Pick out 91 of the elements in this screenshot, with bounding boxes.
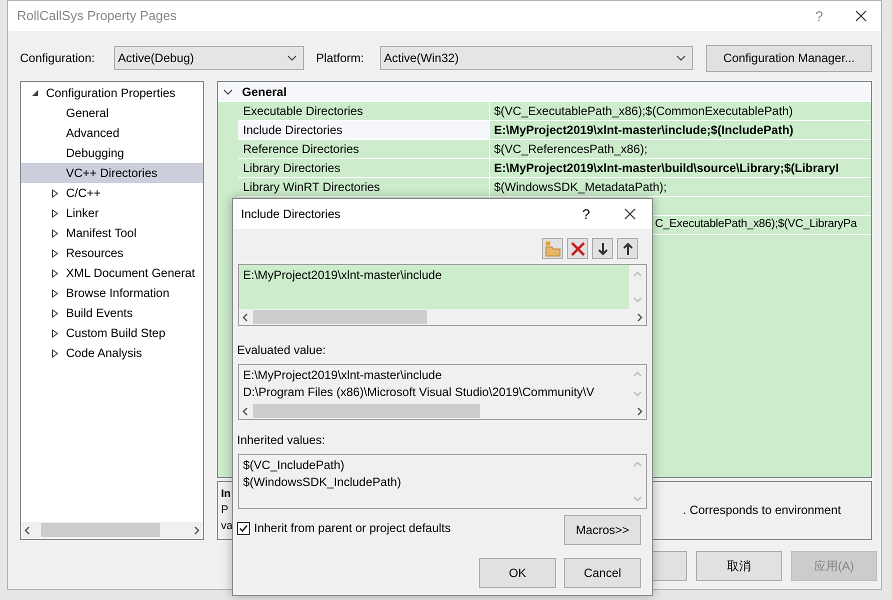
window-title: RollCallSys Property Pages [17, 7, 177, 26]
scroll-left-icon [24, 526, 30, 534]
dropdown-value: Active(Win32) [384, 50, 459, 67]
scroll-right-icon [637, 312, 643, 322]
scroll-right-icon [637, 406, 643, 416]
list-entry: D:\Program Files (x86)\Microsoft Visual Studio\2019\Community\V [243, 384, 596, 401]
collapsed-triangle-icon [51, 268, 59, 278]
new-folder-icon [544, 240, 562, 258]
evaluated-label: Evaluated value: [237, 342, 327, 359]
platform-label: Platform: [316, 50, 366, 67]
scroll-right-icon [194, 526, 200, 534]
collapsed-triangle-icon [51, 248, 59, 258]
move-down-button[interactable] [592, 238, 613, 259]
configuration-manager-button[interactable]: Configuration Manager... [706, 44, 872, 72]
help-button[interactable]: ? [815, 6, 823, 26]
new-folder-button[interactable] [542, 238, 563, 259]
list-entry: E:\MyProject2019\xlnt-master\include [243, 267, 443, 284]
dropdown[interactable]: Active(Debug) [114, 46, 304, 70]
tree-item[interactable]: XML Document Generat [21, 263, 203, 283]
inherited-label: Inherited values: [237, 432, 326, 449]
horizontal-scrollbar[interactable] [21, 522, 203, 538]
tree-item[interactable]: Configuration Properties [21, 83, 203, 103]
delete-icon [568, 240, 586, 258]
description-text: . Corresponds to environment [682, 502, 841, 518]
checkmark-icon [239, 524, 248, 532]
property-row[interactable]: Executable Directories $(VC_ExecutablePath_x86);$(CommonExecutablePath) [238, 102, 871, 121]
configuration-label: Configuration: [20, 50, 96, 67]
close-icon [624, 208, 636, 220]
tree-item[interactable]: Build Events [21, 303, 203, 323]
move-up-button[interactable] [617, 238, 638, 259]
list-entry: E:\MyProject2019\xlnt-master\include [243, 367, 443, 384]
chevron-down-icon [223, 88, 233, 94]
description-text: va [221, 519, 233, 534]
list-box[interactable]: E:\MyProject2019\xlnt-master\include [238, 264, 647, 326]
tree-item[interactable]: General [21, 103, 203, 123]
category-header[interactable]: General [218, 82, 871, 102]
scroll-down-icon [633, 391, 642, 397]
property-row[interactable]: Library Directories E:\MyProject2019\xlnt-master\build\source\Library;$(LibraryI [238, 159, 871, 178]
scrollbar-thumb[interactable] [41, 523, 160, 537]
checkbox[interactable] [237, 522, 250, 534]
collapsed-triangle-icon [51, 288, 59, 298]
chevron-down-icon [676, 55, 686, 61]
tree-item[interactable]: Resources [21, 243, 203, 263]
list-entry: $(WindowsSDK_IncludePath) [243, 474, 402, 491]
scroll-up-icon [633, 271, 642, 277]
list-entry: $(VC_IncludePath) [243, 457, 346, 474]
dialog-button[interactable]: 取消 [696, 551, 782, 581]
tree-item[interactable]: Manifest Tool [21, 223, 203, 243]
collapsed-triangle-icon [51, 328, 59, 338]
tree-item[interactable]: Code Analysis [21, 343, 203, 363]
inherit-checkbox[interactable]: Inherit from parent or project defaults [237, 519, 451, 537]
tree-item[interactable]: Custom Build Step [21, 323, 203, 343]
scrollbar-thumb[interactable] [253, 310, 428, 324]
scroll-up-icon [633, 461, 642, 467]
help-button[interactable]: ? [582, 204, 590, 224]
property-row[interactable]: Include Directories E:\MyProject2019\xlnt-master\include;$(IncludePath) [238, 121, 871, 140]
list-box[interactable]: E:\MyProject2019\xlnt-master\include D:\Program Files (x86)\Microsoft Visual Studio\2019\Community\V [238, 364, 647, 420]
collapsed-triangle-icon [51, 208, 59, 218]
property-value: C_ExecutablePath_x86);$(VC_LibraryPa [655, 217, 857, 232]
scroll-down-icon [633, 496, 642, 502]
dialog-button[interactable]: OK [479, 558, 556, 588]
tree-item[interactable]: Debugging [21, 143, 203, 163]
dropdown-value: Active(Debug) [118, 50, 194, 67]
collapsed-triangle-icon [51, 348, 59, 358]
scrollbar-thumb[interactable] [253, 404, 480, 418]
dropdown[interactable]: Active(Win32) [380, 46, 693, 70]
scroll-up-icon [633, 371, 642, 377]
property-row[interactable]: Library WinRT Directories $(WindowsSDK_MetadataPath); [238, 178, 871, 197]
collapsed-triangle-icon [51, 308, 59, 318]
scroll-left-icon [242, 312, 248, 322]
dialog-button[interactable]: Cancel [564, 558, 641, 588]
collapsed-triangle-icon [51, 188, 59, 198]
list-box[interactable]: $(VC_IncludePath) $(WindowsSDK_IncludePath) [238, 454, 647, 509]
tree-item[interactable]: C/C++ [21, 183, 203, 203]
expanded-triangle-icon [31, 89, 39, 97]
dialog-button: 应用(A) [791, 551, 877, 581]
tree-item[interactable]: Linker [21, 203, 203, 223]
collapsed-triangle-icon [51, 228, 59, 238]
scroll-down-icon [633, 297, 642, 303]
scroll-left-icon [242, 406, 248, 416]
tree-item[interactable]: Browse Information [21, 283, 203, 303]
close-icon [855, 10, 867, 22]
tree-item[interactable]: Advanced [21, 123, 203, 143]
macros-button[interactable]: Macros>> [564, 515, 641, 545]
chevron-down-icon [287, 55, 297, 61]
delete-button[interactable] [567, 238, 588, 259]
description-title: In [221, 487, 232, 502]
description-text: P [221, 503, 230, 518]
dialog-title: Include Directories [241, 206, 340, 223]
tree-item[interactable]: VC++ Directories [21, 163, 203, 183]
property-row[interactable]: Reference Directories $(VC_ReferencesPath_x86); [238, 140, 871, 159]
